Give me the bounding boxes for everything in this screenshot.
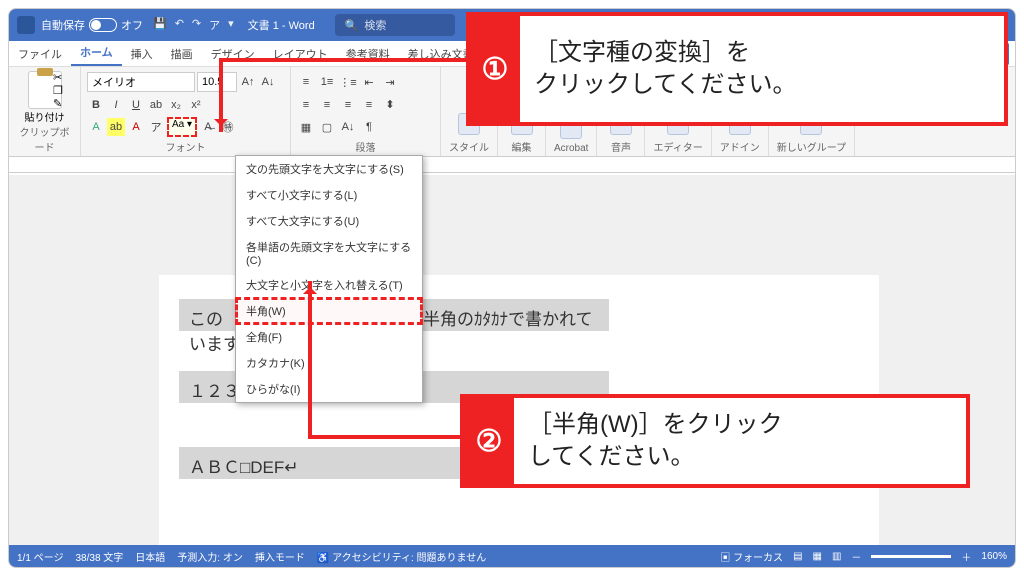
strike-button[interactable]: ab bbox=[147, 96, 165, 114]
redo-icon[interactable]: ↷ bbox=[192, 17, 201, 33]
callout-1-number: ① bbox=[470, 16, 520, 122]
tab-design[interactable]: デザイン bbox=[202, 42, 264, 66]
text-effects-icon[interactable]: A bbox=[87, 118, 105, 136]
change-case-menu: 文の先頭文字を大文字にする(S) すべて小文字にする(L) すべて大文字にする(… bbox=[235, 155, 423, 403]
zoom-in-button[interactable]: ＋ bbox=[961, 549, 971, 564]
zoom-level[interactable]: 160% bbox=[981, 551, 1007, 562]
document-title: 文書 1 - Word bbox=[248, 17, 315, 33]
bold-button[interactable]: B bbox=[87, 96, 105, 114]
group-font: A↑ A↓ B I U ab x₂ x² A ab A ア Aa ▾ A̶ ㊕ … bbox=[81, 67, 291, 156]
menu-uppercase[interactable]: すべて大文字にする(U) bbox=[236, 208, 422, 234]
status-page[interactable]: 1/1 ページ bbox=[17, 549, 63, 564]
indent-dec-icon[interactable]: ⇤ bbox=[360, 73, 378, 91]
shading-icon[interactable]: ▦ bbox=[297, 118, 315, 136]
status-accessibility[interactable]: ♿ アクセシビリティ: 問題ありません bbox=[317, 549, 486, 564]
change-case-button[interactable]: Aa ▾ bbox=[167, 117, 197, 137]
document-area bbox=[9, 175, 1015, 545]
autosave-toggle[interactable]: 自動保存 オフ bbox=[41, 17, 143, 33]
tab-insert[interactable]: 挿入 bbox=[122, 42, 162, 66]
annotation-arrow-1 bbox=[219, 58, 469, 62]
format-painter-icon[interactable]: ✎ bbox=[53, 97, 63, 110]
underline-button[interactable]: U bbox=[127, 96, 145, 114]
align-right-icon[interactable]: ≡ bbox=[339, 96, 357, 114]
highlight-icon[interactable]: ab bbox=[107, 118, 125, 136]
group-paragraph: ≡ 1≡ ⋮≡ ⇤ ⇥ ≡ ≡ ≡ ≡ ⬍ ▦ ▢ A↓ ¶ 段落 bbox=[291, 67, 441, 156]
status-bar: 1/1 ページ 38/38 文字 日本語 予測入力: オン 挿入モード ♿ アク… bbox=[9, 545, 1015, 567]
zoom-slider[interactable] bbox=[871, 555, 951, 558]
menu-sentence-case[interactable]: 文の先頭文字を大文字にする(S) bbox=[236, 156, 422, 182]
indent-inc-icon[interactable]: ⇥ bbox=[381, 73, 399, 91]
search-icon: 🔍 bbox=[345, 19, 359, 32]
align-left-icon[interactable]: ≡ bbox=[297, 96, 315, 114]
search-box[interactable]: 🔍 検索 bbox=[335, 14, 455, 36]
justify-icon[interactable]: ≡ bbox=[360, 96, 378, 114]
tab-layout[interactable]: レイアウト bbox=[264, 42, 337, 66]
ruler bbox=[9, 157, 1015, 173]
font-name-input[interactable] bbox=[87, 72, 195, 92]
shrink-font-icon[interactable]: A↓ bbox=[259, 73, 277, 91]
menu-toggle-case[interactable]: 大文字と小文字を入れ替える(T) bbox=[236, 272, 422, 298]
status-words[interactable]: 38/38 文字 bbox=[75, 549, 123, 564]
callout-1: ① ［文字種の変換］を クリックしてください。 bbox=[466, 12, 1008, 126]
callout-1-text: ［文字種の変換］を クリックしてください。 bbox=[520, 31, 811, 108]
distribute-icon[interactable]: ⬍ bbox=[381, 96, 399, 114]
status-lang[interactable]: 日本語 bbox=[135, 549, 165, 564]
font-color-icon[interactable]: A bbox=[127, 118, 145, 136]
focus-button[interactable]: ▣ フォーカス bbox=[720, 549, 783, 564]
numbering-icon[interactable]: 1≡ bbox=[318, 73, 336, 91]
menu-full-width[interactable]: 全角(F) bbox=[236, 324, 422, 350]
save-icon[interactable]: 💾 bbox=[153, 17, 167, 33]
bullets-icon[interactable]: ≡ bbox=[297, 73, 315, 91]
tab-file[interactable]: ファイル bbox=[9, 42, 71, 66]
word-icon bbox=[17, 16, 35, 34]
align-center-icon[interactable]: ≡ bbox=[318, 96, 336, 114]
cut-icon[interactable]: ✂ bbox=[53, 71, 63, 84]
touch-icon[interactable]: ア bbox=[209, 17, 220, 33]
menu-capitalize-each[interactable]: 各単語の先頭文字を大文字にする(C) bbox=[236, 234, 422, 272]
menu-lowercase[interactable]: すべて小文字にする(L) bbox=[236, 182, 422, 208]
font-size-input[interactable] bbox=[197, 72, 237, 92]
annotation-arrow-2v bbox=[308, 281, 312, 437]
view-print-icon[interactable]: ▤ bbox=[793, 551, 802, 562]
callout-2: ② ［半角(W)］をクリック してください。 bbox=[460, 394, 970, 488]
menu-half-width[interactable]: 半角(W) bbox=[236, 298, 422, 324]
multilevel-icon[interactable]: ⋮≡ bbox=[339, 73, 357, 91]
tab-references[interactable]: 参考資料 bbox=[337, 42, 399, 66]
view-web-icon[interactable]: ▥ bbox=[832, 551, 841, 562]
menu-hiragana[interactable]: ひらがな(I) bbox=[236, 376, 422, 402]
group-clipboard: 貼り付け ✂ ❐ ✎ クリップボード bbox=[9, 67, 81, 156]
copy-icon[interactable]: ❐ bbox=[53, 84, 63, 97]
callout-2-number: ② bbox=[464, 398, 514, 484]
view-read-icon[interactable]: ▦ bbox=[813, 551, 822, 562]
menu-katakana[interactable]: カタカナ(K) bbox=[236, 350, 422, 376]
tab-draw[interactable]: 描画 bbox=[162, 42, 202, 66]
status-insert[interactable]: 挿入モード bbox=[255, 549, 305, 564]
grow-font-icon[interactable]: A↑ bbox=[239, 73, 257, 91]
status-predict[interactable]: 予測入力: オン bbox=[177, 549, 243, 564]
sup-button[interactable]: x² bbox=[187, 96, 205, 114]
italic-button[interactable]: I bbox=[107, 96, 125, 114]
annotation-arrow-1v bbox=[219, 58, 223, 132]
sort-icon[interactable]: A↓ bbox=[339, 118, 357, 136]
borders-icon[interactable]: ▢ bbox=[318, 118, 336, 136]
annotation-arrow-2 bbox=[308, 435, 464, 439]
undo-icon[interactable]: ↶ bbox=[175, 17, 184, 33]
show-marks-icon[interactable]: ¶ bbox=[360, 118, 378, 136]
sub-button[interactable]: x₂ bbox=[167, 96, 185, 114]
ruby-icon[interactable]: ア bbox=[147, 118, 165, 136]
zoom-out-button[interactable]: － bbox=[851, 549, 861, 564]
callout-2-text: ［半角(W)］をクリック してください。 bbox=[514, 403, 797, 480]
tab-home[interactable]: ホーム bbox=[71, 40, 122, 66]
